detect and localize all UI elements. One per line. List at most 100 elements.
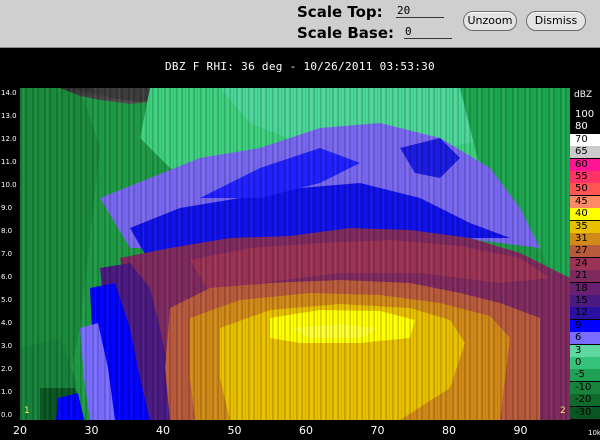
legend-entry: 50 [570, 183, 600, 196]
legend-swatch [570, 146, 573, 159]
legend-entry: 100 [570, 109, 600, 121]
legend-entry: 35 [570, 220, 600, 233]
legend-swatch [570, 245, 573, 258]
legend-label: 12 [575, 307, 588, 319]
y-tick-label: 10.0 [1, 181, 17, 189]
legend-swatch [570, 406, 573, 419]
legend-label: 40 [575, 208, 588, 220]
scale-base-label: Scale Base: [297, 24, 395, 42]
legend-swatch [570, 233, 573, 245]
x-tick-label: 20 [13, 424, 27, 437]
legend-label: -5 [575, 369, 585, 381]
plot-title: DBZ F RHI: 36 deg - 10/26/2011 03:53:30 [165, 60, 435, 73]
legend-swatch [570, 295, 573, 307]
legend-entry: 55 [570, 171, 600, 183]
x-tick-label: 90 [513, 424, 528, 437]
legend-entry: 21 [570, 270, 600, 283]
x-tick-label: 60 [299, 424, 313, 437]
y-tick-label: 0.0 [1, 411, 13, 419]
legend-label: 6 [575, 332, 582, 344]
legend-swatch [570, 257, 573, 270]
scale-top-input[interactable] [396, 3, 444, 18]
legend-entry: 70 [570, 133, 600, 146]
legend-label: 70 [575, 133, 588, 145]
y-tick-label: 4.0 [1, 319, 13, 327]
legend-swatch [570, 133, 573, 146]
y-tick-label: 14.0 [1, 89, 17, 97]
corner-marker-right: 2 [560, 406, 566, 416]
y-axis: 14.0 13.0 12.0 11.0 10.0 9.0 8.0 7.0 6.0 5.0 4.0 3.… [0, 88, 20, 420]
legend-swatch [570, 319, 573, 332]
legend-label: -30 [575, 406, 592, 418]
legend-label: 24 [575, 257, 588, 269]
color-legend: dBZ 100 80 70 65 60 55 50 45 40 35 31 27 24 21 18 15 12 9… [570, 88, 600, 420]
legend-entry: 3 [570, 344, 600, 357]
corner-marker-left: 1 [24, 406, 30, 416]
scale-base-input[interactable] [404, 24, 452, 39]
legend-label: 50 [575, 183, 588, 195]
y-tick-label: 3.0 [1, 342, 13, 350]
legend-entry: 40 [570, 208, 600, 221]
legend-swatch [570, 109, 573, 121]
legend-swatch [570, 369, 573, 382]
radar-rhi-plot[interactable]: 1 2 [20, 88, 570, 420]
y-tick-label: 7.0 [1, 250, 13, 258]
x-axis-unit: 10km [588, 429, 600, 437]
legend-label: -10 [575, 381, 592, 393]
legend-label: 35 [575, 220, 588, 232]
legend-label: 45 [575, 195, 588, 207]
legend-label: 3 [575, 344, 582, 356]
legend-swatch [570, 307, 573, 320]
unzoom-button[interactable]: Unzoom [463, 11, 517, 31]
x-tick-label: 70 [370, 424, 385, 437]
y-tick-label: 1.0 [1, 388, 13, 396]
legend-swatch [570, 183, 573, 196]
scale-top-label: Scale Top: [297, 3, 383, 21]
legend-entry: 9 [570, 319, 600, 332]
y-tick-label: 13.0 [1, 112, 17, 120]
legend-swatch [570, 270, 573, 283]
reflectivity-image [20, 88, 570, 420]
x-axis: 10km 20 30 40 50 60 70 80 90 [0, 420, 600, 440]
legend-label: 80 [575, 121, 588, 133]
legend-entry: 24 [570, 257, 600, 270]
legend-swatch [570, 344, 573, 357]
legend-label: 0 [575, 357, 582, 368]
legend-entry: 65 [570, 146, 600, 159]
legend-swatch [570, 208, 573, 221]
legend-entry: -20 [570, 394, 600, 407]
y-tick-label: 5.0 [1, 296, 13, 304]
y-tick-label: 6.0 [1, 273, 13, 281]
x-tick-label: 40 [156, 424, 170, 437]
legend-label: 55 [575, 171, 588, 182]
y-tick-label: 12.0 [1, 135, 17, 143]
x-tick-label: 30 [84, 424, 99, 437]
legend-label: 100 [575, 109, 595, 120]
dismiss-button[interactable]: Dismiss [526, 11, 586, 31]
legend-swatch [570, 332, 573, 345]
legend-entry: -30 [570, 406, 600, 419]
legend-swatch [570, 357, 573, 369]
legend-entry: 12 [570, 307, 600, 320]
y-tick-label: 2.0 [1, 365, 13, 373]
legend-label: 27 [575, 245, 588, 257]
legend-label: 65 [575, 146, 588, 158]
y-tick-label: 8.0 [1, 227, 13, 235]
legend-label: 21 [575, 270, 588, 282]
legend-swatch [570, 195, 573, 208]
legend-entry: 27 [570, 245, 600, 258]
legend-label: 15 [575, 295, 588, 306]
legend-swatch [570, 381, 573, 394]
legend-label: -20 [575, 394, 592, 406]
legend-entry: 0 [570, 357, 600, 369]
legend-label: 18 [575, 282, 588, 294]
legend-swatch [570, 394, 573, 407]
legend-entry: 60 [570, 158, 600, 171]
legend-swatch [570, 282, 573, 295]
legend-entry: -10 [570, 381, 600, 394]
legend-entry: 15 [570, 295, 600, 307]
control-panel: Scale Top: Scale Base: Unzoom Dismiss [0, 0, 600, 48]
legend-label: 60 [575, 158, 588, 170]
legend-entry: 6 [570, 332, 600, 345]
legend-swatch [570, 158, 573, 171]
